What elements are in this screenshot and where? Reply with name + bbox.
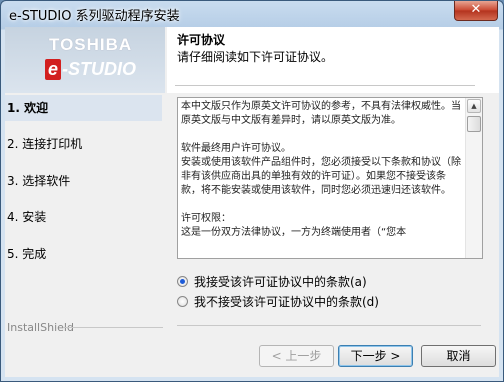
step-select-software: 3. 选择软件 bbox=[7, 174, 71, 188]
step-connect-printer: 2. 连接打印机 bbox=[7, 137, 83, 151]
page-header: 许可协议 请仔细阅读如下许可证协议。 bbox=[167, 27, 499, 93]
license-text: 本中文版只作为原英文许可协议的参考，不具有法律权威性。当原英文版与中文版有差异时… bbox=[181, 101, 461, 238]
dialog-client: TOSHIBA e -STUDIO 1. 欢迎 2. 连接打印机 3. 选择软件 … bbox=[5, 27, 499, 377]
logo-banner: TOSHIBA e -STUDIO bbox=[5, 27, 165, 93]
estudio-logo-e: e bbox=[45, 59, 62, 80]
decline-label[interactable]: 我不接受该许可证协议中的条款(d) bbox=[194, 293, 379, 311]
page-subtitle: 请仔细阅读如下许可证协议。 bbox=[177, 50, 334, 64]
close-button[interactable]: ✕ bbox=[454, 1, 498, 21]
step-install: 4. 安装 bbox=[7, 210, 47, 224]
scroll-thumb[interactable] bbox=[467, 116, 481, 132]
next-button[interactable]: 下一步 > bbox=[338, 345, 413, 367]
decline-radio[interactable] bbox=[177, 296, 188, 307]
back-button[interactable]: < 上一步 bbox=[259, 345, 334, 367]
cancel-button[interactable]: 取消 bbox=[421, 345, 496, 367]
scroll-up-button[interactable]: ▲ bbox=[467, 99, 481, 113]
title-bar[interactable]: e-STUDIO 系列驱动程序安装 ✕ bbox=[1, 1, 503, 26]
toshiba-logo: TOSHIBA bbox=[49, 35, 133, 54]
accept-radio[interactable] bbox=[177, 276, 188, 287]
window-title: e-STUDIO 系列驱动程序安装 bbox=[9, 9, 180, 24]
estudio-logo-rest: -STUDIO bbox=[62, 59, 137, 79]
license-textbox[interactable]: 本中文版只作为原英文许可协议的参考，不具有法律权威性。当原英文版与中文版有差异时… bbox=[177, 97, 483, 259]
header-divider bbox=[175, 85, 475, 86]
step-finish: 5. 完成 bbox=[7, 247, 47, 261]
arrow-up-icon: ▲ bbox=[471, 102, 477, 110]
button-divider bbox=[177, 325, 481, 326]
step-welcome: 1. 欢迎 bbox=[5, 95, 162, 121]
page-title: 许可协议 bbox=[177, 33, 226, 47]
footer-divider bbox=[63, 327, 163, 328]
left-panel: TOSHIBA e -STUDIO 1. 欢迎 2. 连接打印机 3. 选择软件 … bbox=[5, 27, 165, 377]
license-scrollbar[interactable]: ▲ bbox=[465, 98, 482, 258]
estudio-logo: e -STUDIO bbox=[45, 59, 136, 81]
close-icon: ✕ bbox=[470, 2, 482, 17]
installer-window: e-STUDIO 系列驱动程序安装 ✕ TOSHIBA e -STUDIO 1. … bbox=[0, 0, 504, 382]
accept-label[interactable]: 我接受该许可证协议中的条款(a) bbox=[194, 273, 367, 291]
